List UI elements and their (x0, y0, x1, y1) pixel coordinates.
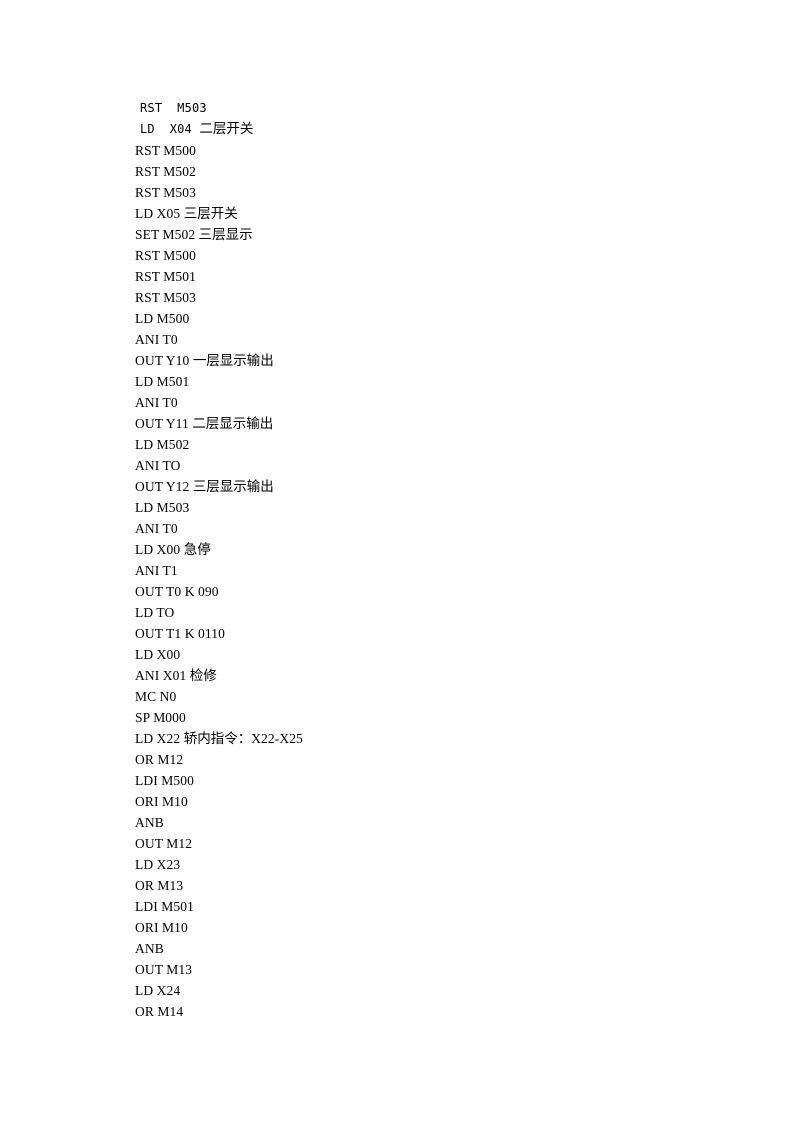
instruction-line: SET M502 三层显示 (135, 224, 253, 245)
instruction-line: LD X24 (135, 980, 180, 1001)
instruction-mnemonic: OR M13 (135, 878, 184, 893)
instruction-line: OR M12 (135, 749, 183, 770)
instruction-mnemonic: RST M503 (135, 290, 196, 305)
instruction-mnemonic: SP M000 (135, 710, 186, 725)
instruction-line: RST M500 (135, 245, 196, 266)
instruction-mnemonic: ORI M10 (135, 794, 188, 809)
instruction-line: SP M000 (135, 707, 186, 728)
instruction-line: LD M501 (135, 371, 189, 392)
instruction-mnemonic: OR M12 (135, 752, 184, 767)
instruction-mnemonic: RST M500 (135, 248, 196, 263)
instruction-mnemonic: RST M500 (135, 143, 196, 158)
instruction-line: LD X00 急停 (135, 539, 211, 560)
instruction-mnemonic: ANI T0 (135, 395, 178, 410)
instruction-line: OUT M13 (135, 959, 192, 980)
instruction-line: OUT Y12 三层显示输出 (135, 476, 274, 497)
instruction-mnemonic: LD M500 (135, 311, 190, 326)
instruction-mnemonic: ORI M10 (135, 920, 188, 935)
instruction-mnemonic: LD X24 (135, 983, 181, 998)
instruction-mnemonic: LD X22 (135, 731, 184, 746)
instruction-annotation: 轿内指令： (183, 731, 252, 747)
instruction-line: LD TO (135, 602, 174, 623)
instruction-annotation: 三层显示 (198, 227, 253, 243)
instruction-mnemonic: OUT Y11 (135, 416, 193, 431)
instruction-line: MC N0 (135, 686, 176, 707)
instruction-mnemonic: OUT T0 K 090 (135, 584, 219, 599)
instruction-line: OR M14 (135, 1001, 183, 1022)
instruction-line: OR M13 (135, 875, 183, 896)
instruction-annotation: 二层开关 (199, 121, 254, 137)
instruction-line: LD X05 三层开关 (135, 203, 238, 224)
instruction-line: LD M500 (135, 308, 189, 329)
instruction-line: ANI T0 (135, 518, 178, 539)
instruction-line: ANI X01 检修 (135, 665, 217, 686)
instruction-line: RST M503 (140, 98, 207, 119)
instruction-mnemonic: ANI T1 (135, 563, 178, 578)
instruction-line: OUT T1 K 0110 (135, 623, 225, 644)
instruction-line: OUT Y10 一层显示输出 (135, 350, 274, 371)
instruction-annotation: 一层显示输出 (192, 353, 274, 369)
instruction-line: ANI T0 (135, 329, 178, 350)
instruction-mnemonic: OUT M12 (135, 836, 193, 851)
instruction-line: ORI M10 (135, 791, 188, 812)
instruction-line: RST M503 (135, 182, 196, 203)
instruction-line: ANB (135, 938, 164, 959)
instruction-mnemonic: LDI M500 (135, 773, 194, 788)
instruction-annotation: 二层显示输出 (192, 416, 274, 432)
instruction-mnemonic: LD X00 (135, 647, 181, 662)
instruction-mnemonic: RST M502 (135, 164, 196, 179)
instruction-line: OUT Y11 二层显示输出 (135, 413, 273, 434)
instruction-mnemonic: OUT Y10 (135, 353, 193, 368)
instruction-line: LD X22 轿内指令：X22-X25 (135, 728, 303, 749)
instruction-line: LD M503 (135, 497, 189, 518)
instruction-line: ANB (135, 812, 164, 833)
instruction-mnemonic: OR M14 (135, 1004, 184, 1019)
instruction-line: LD X23 (135, 854, 180, 875)
instruction-mnemonic: ANI X01 (135, 668, 190, 683)
instruction-line: RST M503 (135, 287, 196, 308)
instruction-mnemonic: LD X23 (135, 857, 181, 872)
instruction-mnemonic: LDI M501 (135, 899, 194, 914)
instruction-mnemonic: OUT T1 K 0110 (135, 626, 225, 641)
instruction-mnemonic: OUT M13 (135, 962, 193, 977)
instruction-line: OUT M12 (135, 833, 192, 854)
instruction-mnemonic: RST M501 (135, 269, 196, 284)
instruction-mnemonic: LD M502 (135, 437, 190, 452)
instruction-mnemonic: ANB (135, 941, 164, 956)
instruction-annotation: 检修 (189, 668, 217, 684)
instruction-line: LD X00 (135, 644, 180, 665)
instruction-line: RST M502 (135, 161, 196, 182)
instruction-mnemonic: ANI T0 (135, 332, 178, 347)
instruction-annotation: 三层开关 (183, 206, 238, 222)
instruction-line: ANI T1 (135, 560, 178, 581)
instruction-line: LDI M501 (135, 896, 194, 917)
instruction-mnemonic: ANB (135, 815, 164, 830)
instruction-annotation-range: X22-X25 (251, 731, 303, 746)
instruction-mnemonic: MC N0 (135, 689, 177, 704)
instruction-mnemonic: LD M503 (135, 500, 190, 515)
instruction-mnemonic: RST M503 (140, 101, 207, 115)
instruction-line: RST M500 (135, 140, 196, 161)
instruction-line: ANI T0 (135, 392, 178, 413)
instruction-line: OUT T0 K 090 (135, 581, 219, 602)
instruction-mnemonic: OUT Y12 (135, 479, 193, 494)
instruction-mnemonic: ANI T0 (135, 521, 178, 536)
instruction-line: ANI TO (135, 455, 180, 476)
instruction-mnemonic: ANI TO (135, 458, 181, 473)
instruction-annotation: 急停 (183, 542, 211, 558)
instruction-line: LDI M500 (135, 770, 194, 791)
instruction-line: RST M501 (135, 266, 196, 287)
instruction-mnemonic: RST M503 (135, 185, 196, 200)
instruction-annotation: 三层显示输出 (192, 479, 274, 495)
instruction-mnemonic: LD X00 (135, 542, 184, 557)
document-page: RST M503 LD X04 二层开关 RST M500 RST M502 RST M… (0, 0, 794, 1123)
instruction-mnemonic: LD X05 (135, 206, 184, 221)
instruction-line: LD X04 二层开关 (140, 119, 253, 140)
instruction-line: ORI M10 (135, 917, 188, 938)
instruction-line: LD M502 (135, 434, 189, 455)
instruction-mnemonic: SET M502 (135, 227, 199, 242)
instruction-mnemonic: LD TO (135, 605, 175, 620)
instruction-mnemonic: LD X04 (140, 122, 200, 136)
instruction-mnemonic: LD M501 (135, 374, 190, 389)
